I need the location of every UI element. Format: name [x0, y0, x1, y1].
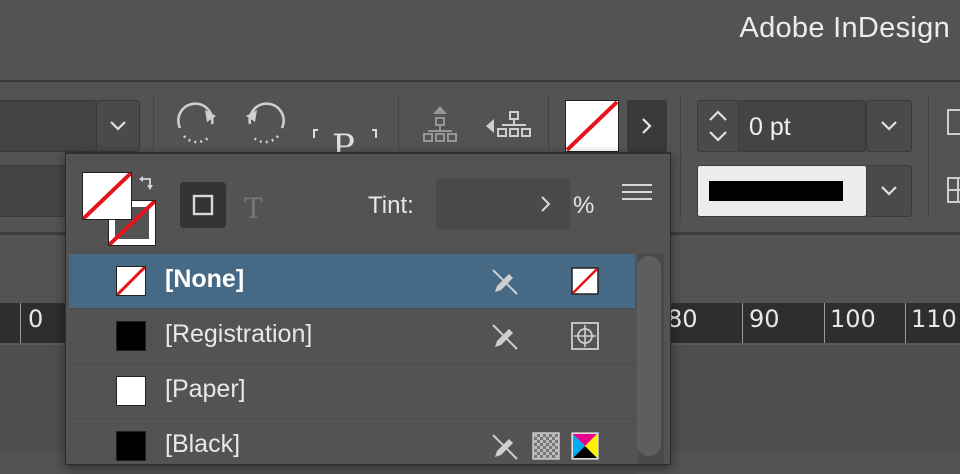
- pencil-slash-icon: [492, 434, 518, 460]
- stroke-weight-dropdown-button[interactable]: [866, 100, 912, 152]
- ruler-label: 90: [749, 305, 780, 333]
- ruler-label: 80: [667, 305, 698, 333]
- fill-swatch-button[interactable]: [565, 100, 619, 152]
- pencil-slash-icon: [492, 324, 518, 350]
- stepper-icon: [709, 110, 727, 142]
- swatch-list-scrollbar-thumb[interactable]: [637, 256, 661, 456]
- none-swatch-icon: [115, 265, 147, 297]
- swatch-chip-registration: [116, 321, 146, 351]
- tint-label: Tint:: [368, 192, 414, 219]
- chevron-right-icon[interactable]: [540, 195, 552, 213]
- panel-menu-button[interactable]: [620, 182, 654, 204]
- chevron-down-icon: [881, 121, 897, 131]
- swatch-name: [Black]: [165, 430, 241, 458]
- swatch-row-black[interactable]: [Black]: [69, 419, 635, 474]
- fill-none-icon: [81, 171, 133, 221]
- process-icon: [532, 432, 560, 460]
- select-previous-object-button[interactable]: [484, 104, 534, 146]
- text-t-icon: T: [244, 192, 263, 225]
- fill-proxy-button[interactable]: [81, 171, 133, 221]
- swatch-row-paper[interactable]: [Paper]: [69, 364, 635, 419]
- registration-mode-icon: [571, 322, 599, 350]
- swap-arrow-icon: [139, 176, 153, 190]
- stroke-weight-field[interactable]: 0 pt: [738, 100, 866, 152]
- pencil-slash-icon: [492, 269, 518, 295]
- hierarchy-up-icon: [423, 106, 457, 142]
- frame-icon: [947, 109, 960, 135]
- rotate-clockwise-icon: [177, 102, 216, 144]
- rotate-counterclockwise-icon: [246, 102, 285, 144]
- swatch-row-none[interactable]: [None]: [69, 254, 635, 309]
- select-container-button[interactable]: [420, 104, 460, 146]
- stroke-type-dropdown-button[interactable]: [866, 165, 912, 217]
- ruler-label: 100: [830, 305, 876, 333]
- swap-fill-stroke-button[interactable]: [138, 174, 156, 190]
- swatch-chip-none: [115, 265, 147, 297]
- tint-percent-label: %: [573, 192, 595, 219]
- tint-field[interactable]: [436, 178, 570, 230]
- rotate-counterclockwise-button[interactable]: [240, 100, 290, 146]
- fill-swatch-menu-button[interactable]: [627, 100, 667, 152]
- ruler-label: 0: [28, 305, 44, 333]
- swatch-chip-paper: [116, 376, 146, 406]
- grid-icon: [947, 177, 960, 203]
- formatting-affects-text-button[interactable]: T: [242, 186, 272, 226]
- swatch-row-registration[interactable]: [Registration]: [69, 309, 635, 364]
- stroke-weight-stepper[interactable]: [697, 100, 739, 152]
- cmyk-icon: [571, 432, 599, 460]
- chevron-right-icon: [642, 118, 652, 134]
- reference-field[interactable]: [0, 100, 98, 152]
- grid-button[interactable]: [944, 172, 960, 208]
- rotate-clockwise-button[interactable]: [172, 100, 222, 146]
- stroke-type-field[interactable]: [697, 165, 867, 217]
- stroke-weight-value: 0 pt: [749, 113, 791, 141]
- hierarchy-left-icon: [486, 111, 531, 137]
- hamburger-menu-icon: [622, 184, 652, 200]
- toolbar-divider: [398, 96, 399, 152]
- chevron-down-icon: [110, 121, 126, 131]
- formatting-affects-container-button[interactable]: [180, 182, 226, 228]
- none-swatch-icon: [565, 100, 619, 152]
- app-title: Adobe InDesign: [739, 12, 950, 44]
- svg-text:T: T: [244, 192, 263, 225]
- stroke-type-preview: [709, 181, 843, 201]
- chevron-down-icon: [881, 186, 897, 196]
- second-field[interactable]: [0, 165, 68, 217]
- swatch-name: [Paper]: [165, 375, 246, 403]
- toolbar-divider: [680, 96, 681, 218]
- ruler-label: 110: [911, 305, 957, 333]
- frame-fitting-button[interactable]: [944, 104, 960, 140]
- toolbar-divider: [548, 96, 549, 152]
- swatch-name: [Registration]: [165, 320, 313, 348]
- container-icon: [192, 194, 214, 216]
- reference-dropdown-button[interactable]: [96, 100, 140, 152]
- none-mode-icon: [571, 267, 599, 295]
- swatch-name: [None]: [165, 265, 245, 293]
- swatches-panel: T Tint: % [None] [Registration] [Paper] …: [65, 152, 671, 474]
- swatch-chip-black: [116, 431, 146, 461]
- toolbar-divider: [928, 96, 929, 218]
